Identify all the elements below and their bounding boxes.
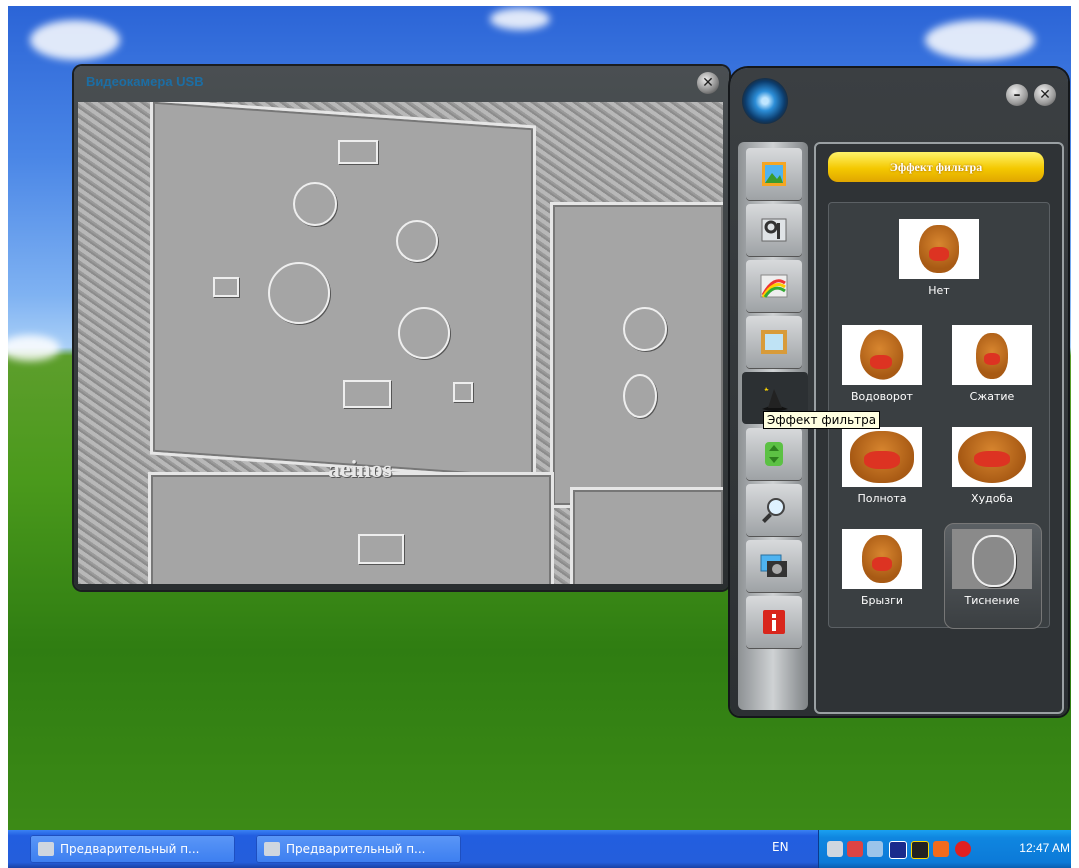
effect-bulge[interactable]: Полнота — [837, 427, 927, 505]
monitor-tray-icon[interactable] — [889, 841, 907, 859]
magic-hat-icon — [762, 387, 788, 411]
effect-label: Брызги — [861, 594, 903, 607]
security-tray-icon[interactable] — [933, 841, 949, 857]
screenshot-border — [0, 0, 1079, 6]
info-icon — [763, 610, 785, 634]
camera-icon — [760, 554, 787, 577]
network-tray-icon[interactable] — [847, 841, 863, 857]
picture-icon — [762, 162, 786, 186]
speaker-tray-icon[interactable] — [867, 841, 883, 857]
effect-label: Сжатие — [969, 390, 1015, 403]
photo-tab[interactable] — [746, 148, 802, 200]
embossed-block — [213, 277, 239, 297]
embossed-circle — [396, 220, 438, 262]
effect-pinch[interactable]: Сжатие — [947, 325, 1037, 403]
effect-whirl[interactable]: Водоворот — [837, 325, 927, 403]
cloud — [490, 8, 550, 30]
test-chart-plate — [570, 487, 723, 584]
rainbow-icon — [760, 274, 788, 298]
capture-tab[interactable] — [746, 540, 802, 592]
camera-preview: aeinos — [78, 102, 723, 584]
effect-thin[interactable]: Худоба — [947, 427, 1037, 505]
test-chart-plate — [148, 472, 554, 584]
frame-icon — [761, 330, 787, 354]
effect-none[interactable]: Нет — [894, 219, 984, 297]
teddy-bear-thumbnail — [842, 529, 922, 589]
cloud — [30, 20, 120, 60]
wireless-tray-icon[interactable] — [911, 841, 929, 859]
taskbar-button-label: Предварительный п... — [286, 842, 426, 856]
effect-label: Худоба — [971, 492, 1013, 505]
video-window: Видеокамера USB ✕ aeinos — [74, 66, 729, 590]
embossed-circle — [398, 307, 450, 359]
effect-emboss[interactable]: Тиснение — [944, 523, 1042, 629]
chart-plate-text: aeinos — [328, 457, 393, 483]
camera-app-icon — [264, 842, 280, 856]
taskbar-button[interactable]: Предварительный п... — [256, 835, 461, 863]
teddy-bear-thumbnail — [952, 325, 1032, 385]
embossed-block — [453, 382, 473, 402]
export-tab[interactable] — [746, 428, 802, 480]
clock[interactable]: 12:47 AM — [1019, 841, 1070, 855]
taskbar-button[interactable]: Предварительный п... — [30, 835, 235, 863]
effect-label: Нет — [928, 284, 950, 297]
embossed-block — [338, 140, 378, 164]
effect-label: Водоворот — [851, 390, 913, 403]
panel-close-button[interactable]: ✕ — [1034, 84, 1056, 106]
effect-label: Полнота — [857, 492, 907, 505]
screenshot-border — [1071, 0, 1079, 868]
effect-label: Тиснение — [964, 594, 1020, 607]
video-window-title: Видеокамера USB — [86, 74, 204, 89]
tooltip: Эффект фильтра — [763, 411, 881, 429]
teddy-bear-thumbnail — [842, 427, 922, 487]
alert-tray-icon[interactable] — [955, 841, 971, 857]
camera-app-icon — [38, 842, 54, 856]
rainbow-tab[interactable] — [746, 260, 802, 312]
taskbar-button-label: Предварительный п... — [60, 842, 200, 856]
cloud — [925, 20, 1035, 60]
embossed-circle — [268, 262, 330, 324]
camera-tray-icon[interactable] — [827, 841, 843, 857]
teddy-bear-thumbnail — [952, 427, 1032, 487]
info-tab[interactable] — [746, 596, 802, 648]
system-tray: 12:47 AM — [818, 830, 1079, 868]
effect-splash[interactable]: Брызги — [837, 529, 927, 607]
teddy-bear-thumbnail — [899, 219, 979, 279]
embossed-circle — [623, 374, 657, 418]
camera-lens-logo — [742, 78, 788, 124]
minimize-button[interactable]: – — [1006, 84, 1028, 106]
magnifier-icon — [762, 498, 785, 523]
frame-tab[interactable] — [746, 316, 802, 368]
screenshot-border — [0, 0, 8, 868]
embossed-block — [358, 534, 404, 564]
video-close-button[interactable]: ✕ — [697, 72, 719, 94]
effect-header: Эффект фильтра — [828, 152, 1044, 182]
zoom-tab[interactable] — [746, 484, 802, 536]
taskbar: Предварительный п... Предварительный п..… — [0, 830, 1079, 868]
tools-icon — [761, 218, 787, 242]
embossed-block — [343, 380, 391, 408]
test-chart-plate — [550, 202, 723, 508]
webcam-control-panel: – ✕ Эффект фильтра Нет Водоворот Сжатие … — [730, 68, 1068, 716]
green-arrows-icon — [765, 442, 783, 466]
embossed-circle — [623, 307, 667, 351]
settings-tab[interactable] — [746, 204, 802, 256]
embossed-circle — [293, 182, 337, 226]
teddy-bear-thumbnail — [952, 529, 1032, 589]
teddy-bear-thumbnail — [842, 325, 922, 385]
cloud — [0, 335, 60, 361]
language-indicator[interactable]: EN — [772, 840, 789, 854]
